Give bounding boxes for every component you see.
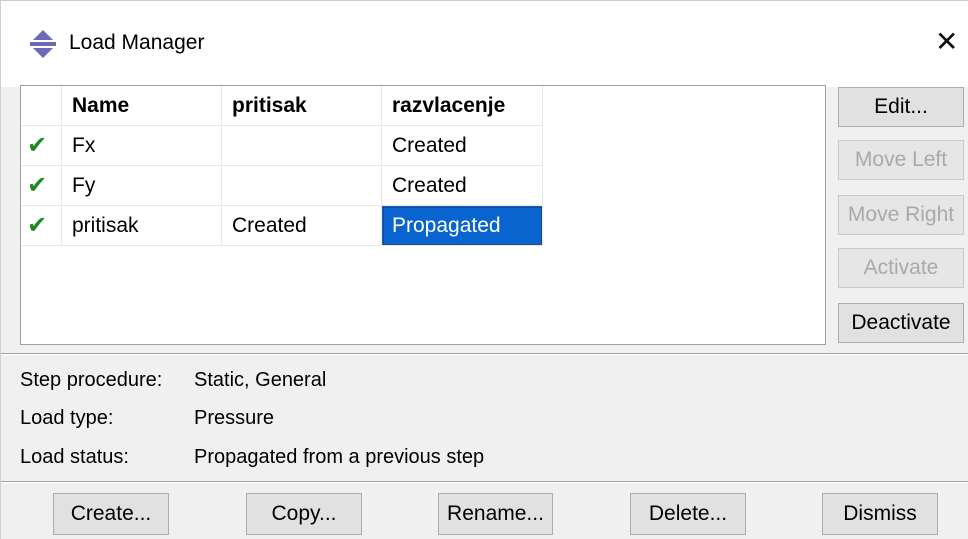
load-status-label: Load status: [20,446,129,468]
table-cell-razvlacenje[interactable]: Created [382,126,543,166]
activate-button[interactable]: Activate [838,248,964,288]
table-cell-razvlacenje[interactable]: Created [382,166,543,206]
table-cell-pritisak[interactable] [222,166,382,206]
column-header-razvlacenje[interactable]: razvlacenje [382,86,543,126]
active-check-icon: ✔ [21,166,62,206]
copy-button[interactable]: Copy... [246,493,362,535]
delete-button[interactable]: Delete... [630,493,746,535]
table-cell-name[interactable]: Fx [62,126,222,166]
divider [1,481,968,483]
load-table: Name pritisak razvlacenje ✔ Fx Created ✔… [20,85,826,345]
step-procedure-value: Static, General [194,369,327,391]
title-bar: Load Manager ✕ [1,1,968,87]
move-right-button[interactable]: Move Right [838,195,964,235]
active-check-icon: ✔ [21,126,62,166]
table-cell-pritisak[interactable]: Created [222,206,382,246]
active-check-icon: ✔ [21,206,62,246]
load-type-label: Load type: [20,407,114,429]
deactivate-button[interactable]: Deactivate [838,303,964,343]
window-title: Load Manager [69,31,205,54]
close-icon[interactable]: ✕ [935,27,958,57]
dismiss-button[interactable]: Dismiss [822,493,938,535]
move-left-button[interactable]: Move Left [838,140,964,180]
table-cell-pritisak[interactable] [222,126,382,166]
table-cell-razvlacenje-selected[interactable]: Propagated [382,206,543,246]
create-button[interactable]: Create... [53,493,169,535]
load-manager-dialog: Load Manager ✕ Name pritisak razvlacenje… [0,0,968,539]
table-cell-name[interactable]: Fy [62,166,222,206]
step-procedure-label: Step procedure: [20,369,163,391]
rename-button[interactable]: Rename... [438,493,553,535]
divider [1,353,968,355]
column-header-status [21,86,62,126]
edit-button[interactable]: Edit... [838,87,964,127]
table-cell-name[interactable]: pritisak [62,206,222,246]
column-header-pritisak[interactable]: pritisak [222,86,382,126]
column-header-name[interactable]: Name [62,86,222,126]
load-type-value: Pressure [194,407,275,429]
load-status-value: Propagated from a previous step [194,446,485,468]
load-manager-icon [30,30,56,58]
